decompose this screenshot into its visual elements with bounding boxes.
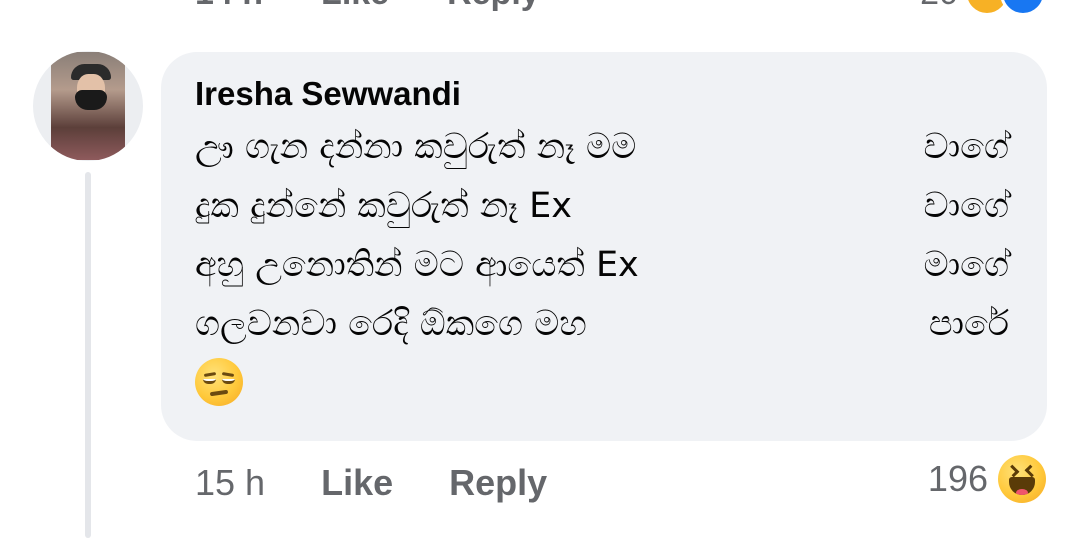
- comment-bubble: Iresha Sewwandi ඌ ගැන දන්නා කවුරුත් නෑ ම…: [161, 52, 1047, 441]
- previous-like-button[interactable]: Like: [321, 0, 389, 13]
- comment-line: දුක දුන්නේ කවුරුත් නෑ Ex වාගේ: [195, 177, 1013, 236]
- reaction-summary[interactable]: 196: [928, 455, 1046, 503]
- reaction-count: 196: [927, 458, 988, 499]
- comment-line: අහු උනොතින් මට ආයෙත් Ex මාගේ: [195, 236, 1013, 295]
- comment-line: ගලවනවා රෙදි ඕකගෙ මහ පාරේ: [195, 295, 1013, 354]
- comment-line-right: වාගේ: [923, 186, 1009, 226]
- comment-line-left: ඌ ගැන දන්නා කවුරුත් නෑ මම: [195, 127, 637, 167]
- haha-icon: [998, 455, 1046, 503]
- comment-timestamp[interactable]: 15 h: [195, 460, 265, 506]
- previous-reactions[interactable]: 20: [920, 0, 1046, 16]
- previous-comment-actions: 14 h Like Reply: [195, 0, 540, 13]
- comment-line-right: වාගේ: [923, 127, 1009, 167]
- thread-line: [85, 172, 91, 538]
- like-button[interactable]: Like: [321, 460, 393, 506]
- profile-photo: [51, 52, 125, 160]
- comment-author[interactable]: Iresha Sewwandi: [195, 72, 1013, 116]
- previous-reply-button[interactable]: Reply: [447, 0, 540, 13]
- like-icon: [1000, 0, 1046, 16]
- comment-line: ඌ ගැන දන්නා කවුරුත් නෑ මම වාගේ: [195, 118, 1013, 177]
- previous-reaction-count: 20: [920, 0, 958, 13]
- comment-actions: 15 h Like Reply: [195, 460, 547, 506]
- comment-line-left: ගලවනවා රෙදි ඕකගෙ මහ: [195, 304, 587, 344]
- unamused-face-emoji: [195, 358, 243, 406]
- previous-comment-time: 14 h: [195, 0, 263, 13]
- comment-line-left: අහු උනොතින් මට ආයෙත් Ex: [195, 245, 639, 285]
- reply-button[interactable]: Reply: [449, 460, 547, 506]
- comment-line-right: මාගේ: [923, 245, 1009, 285]
- comment-line-right: පාරේ: [928, 304, 1009, 344]
- comment-line-left: දුක දුන්නේ කවුරුත් නෑ Ex: [195, 186, 572, 226]
- comment-text: ඌ ගැන දන්නා කවුරුත් නෑ මම වාගේ දුක දුන්න…: [195, 118, 1013, 354]
- avatar[interactable]: [33, 51, 143, 161]
